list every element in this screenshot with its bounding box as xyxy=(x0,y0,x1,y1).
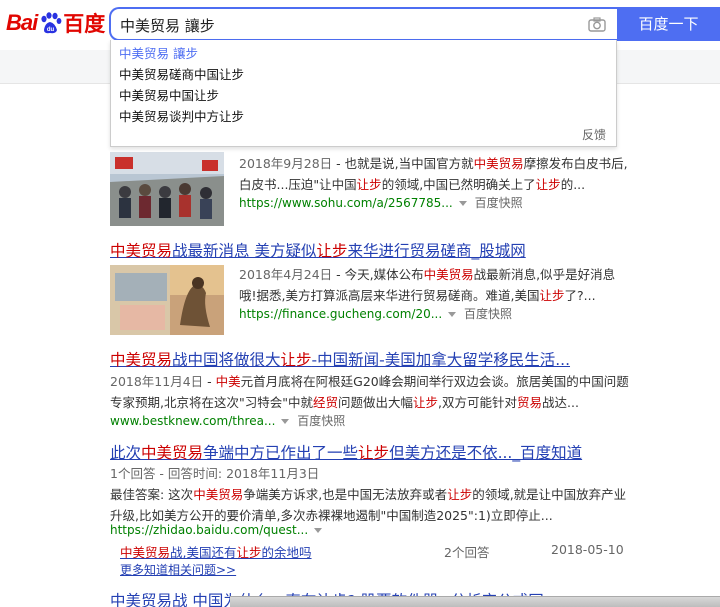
os-dock xyxy=(230,596,720,607)
feedback-link[interactable]: 反馈 xyxy=(582,126,606,143)
chevron-down-icon[interactable] xyxy=(281,419,290,424)
suggestion-item[interactable]: 中美贸易谈判中方让步 xyxy=(119,106,244,125)
svg-text:du: du xyxy=(47,27,55,33)
question-date: 2018-05-10 xyxy=(551,542,624,557)
result-title[interactable]: 中美贸易战中国将做很大让步-中国新闻-美国加拿大留学移民生活... xyxy=(110,348,570,370)
result-url[interactable]: https://finance.gucheng.com/20... 百度快照 xyxy=(239,305,512,322)
paw-icon: du xyxy=(41,12,62,34)
result-thumbnail[interactable] xyxy=(110,265,224,335)
snapshot-link[interactable]: 百度快照 xyxy=(464,307,512,321)
result-url[interactable]: https://zhidao.baidu.com/quest... xyxy=(110,523,323,537)
logo-text-bai: Bai xyxy=(6,10,38,35)
related-question-link[interactable]: 中美贸易战,美国还有让步的余地吗 xyxy=(120,542,312,561)
snapshot-link[interactable]: 百度快照 xyxy=(297,414,345,428)
camera-icon[interactable] xyxy=(588,17,606,32)
chevron-down-icon[interactable] xyxy=(314,528,323,533)
suggestion-dropdown: 中美贸易 讓步 中美贸易磋商中国让步 中美贸易中国让步 中美贸易谈判中方让步 反… xyxy=(110,40,617,147)
result-thumbnail[interactable] xyxy=(110,152,224,226)
snapshot-link[interactable]: 百度快照 xyxy=(475,196,523,210)
search-input[interactable]: 中美贸易 讓步 xyxy=(109,7,618,41)
result-snippet: 最佳答案: 这次中美贸易争端美方诉求,也是中国无法放弃或者让步的领域,就是让中国… xyxy=(110,487,627,523)
result-title[interactable]: 中美贸易战最新消息 美方疑似让步来华进行贸易磋商_股城网 xyxy=(110,239,526,261)
search-query-text[interactable]: 中美贸易 讓步 xyxy=(120,15,215,36)
result-meta: 1个回答 - 回答时间: 2018年11月3日 xyxy=(110,466,320,481)
baidu-logo[interactable]: Bai du 百度 xyxy=(6,8,105,38)
search-button[interactable]: 百度一下 xyxy=(617,7,720,41)
chevron-down-icon[interactable] xyxy=(448,312,457,317)
result-url[interactable]: https://www.sohu.com/a/2567785... 百度快照 xyxy=(239,194,523,211)
result-snippet: 2018年4月24日 - 今天,媒体公布中美贸易战最新消息,似乎是好消息 哦!据… xyxy=(239,267,616,303)
result-snippet: 2018年9月28日 - 也就是说,当中国官方就中美贸易摩擦发布白皮书后, 白皮… xyxy=(239,156,628,192)
suggestion-item[interactable]: 中美贸易 讓步 xyxy=(119,43,198,62)
result-title[interactable]: 此次中美贸易争端中方已作出了一些让步但美方还是不依..._百度知道 xyxy=(110,441,582,463)
result-url[interactable]: www.bestknew.com/threa... 百度快照 xyxy=(110,412,345,429)
result-snippet: 2018年11月4日 - 中美元首月底将在阿根廷G20峰会期间举行双边会谈。旅居… xyxy=(110,374,629,410)
answer-count: 2个回答 xyxy=(444,545,490,560)
suggestion-item[interactable]: 中美贸易中国让步 xyxy=(119,85,219,104)
logo-text-baidu: 百度 xyxy=(63,13,106,36)
suggestion-item[interactable]: 中美贸易磋商中国让步 xyxy=(119,64,244,83)
more-questions-link[interactable]: 更多知道相关问题>> xyxy=(120,561,236,578)
chevron-down-icon[interactable] xyxy=(458,201,467,206)
